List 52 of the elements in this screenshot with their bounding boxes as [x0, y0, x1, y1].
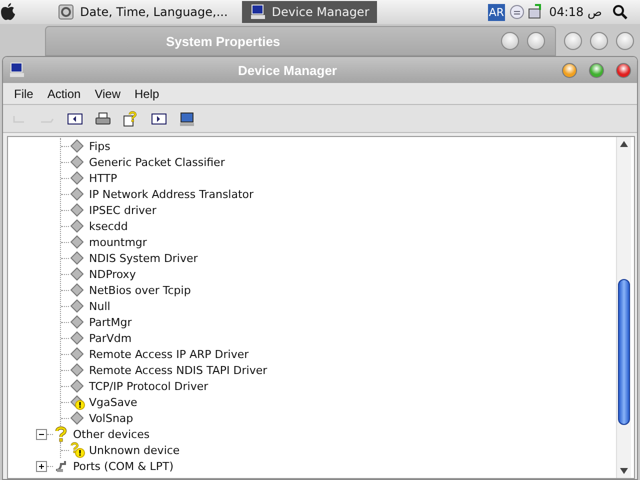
tree-item[interactable]: HTTP: [89, 172, 118, 184]
tree-item[interactable]: mountmgr: [89, 236, 147, 248]
window-button[interactable]: [501, 32, 519, 50]
tree-item[interactable]: IPSEC driver: [89, 204, 156, 216]
menu-item[interactable]: View: [88, 86, 128, 100]
menu-item[interactable]: Action: [40, 86, 88, 100]
menu-item[interactable]: Help: [128, 86, 166, 100]
help-icon[interactable]: [123, 110, 139, 126]
expand-toggle[interactable]: [36, 460, 47, 472]
window-button[interactable]: [590, 32, 608, 50]
minimize-button[interactable]: [562, 62, 577, 78]
taskbar-button[interactable]: Date, Time, Language,...: [50, 1, 236, 23]
tree-item[interactable]: Remote Access NDIS TAPI Driver: [89, 364, 268, 376]
tree-item[interactable]: Ports (COM & LPT): [73, 460, 174, 472]
scrollbar[interactable]: [616, 137, 631, 478]
window-title: Device Manager: [237, 62, 338, 78]
tree-item[interactable]: NetBios over Tcpip: [89, 284, 191, 296]
computer-icon: [9, 62, 25, 78]
tree-item[interactable]: NDIS System Driver: [89, 252, 198, 264]
tree-item[interactable]: Remote Access IP ARP Driver: [89, 348, 249, 360]
window-button[interactable]: [616, 32, 634, 50]
collapse-toggle[interactable]: [36, 428, 47, 440]
window-button[interactable]: [527, 32, 545, 50]
panel-icon[interactable]: [151, 110, 167, 126]
tree-item[interactable]: VgaSave: [89, 396, 138, 408]
panel-icon[interactable]: [67, 110, 83, 126]
maximize-button[interactable]: [589, 62, 604, 78]
tree-item[interactable]: ParVdm: [89, 332, 132, 344]
computer-icon: [250, 4, 266, 20]
clock: 04:18 ص: [549, 5, 602, 19]
tree-item[interactable]: Unknown device: [89, 444, 180, 456]
tree-item[interactable]: PartMgr: [89, 316, 132, 328]
language-indicator[interactable]: AR: [488, 4, 506, 20]
menu-item[interactable]: File: [7, 86, 40, 100]
tree-item[interactable]: NDProxy: [89, 268, 136, 280]
tree-item[interactable]: ksecdd: [89, 220, 128, 232]
taskbar-button[interactable]: Device Manager: [242, 1, 378, 23]
close-button[interactable]: [616, 62, 631, 78]
search-icon[interactable]: [612, 4, 628, 20]
tree-item[interactable]: IP Network Address Translator: [89, 188, 254, 200]
apple-icon[interactable]: [0, 3, 16, 21]
window-button[interactable]: [564, 32, 582, 50]
tree-item[interactable]: TCP/IP Protocol Driver: [89, 380, 208, 392]
printer-icon[interactable]: [95, 110, 111, 126]
tree-item[interactable]: Generic Packet Classifier: [89, 156, 225, 168]
tree-item[interactable]: Null: [89, 300, 110, 312]
scrollbar-thumb[interactable]: [618, 279, 630, 425]
window-title: System Properties: [166, 34, 280, 48]
tree-item[interactable]: Other devices: [73, 428, 150, 440]
monitor-icon[interactable]: [179, 110, 195, 126]
tree-item[interactable]: VolSnap: [89, 412, 134, 424]
tree-item[interactable]: Fips: [89, 140, 110, 152]
